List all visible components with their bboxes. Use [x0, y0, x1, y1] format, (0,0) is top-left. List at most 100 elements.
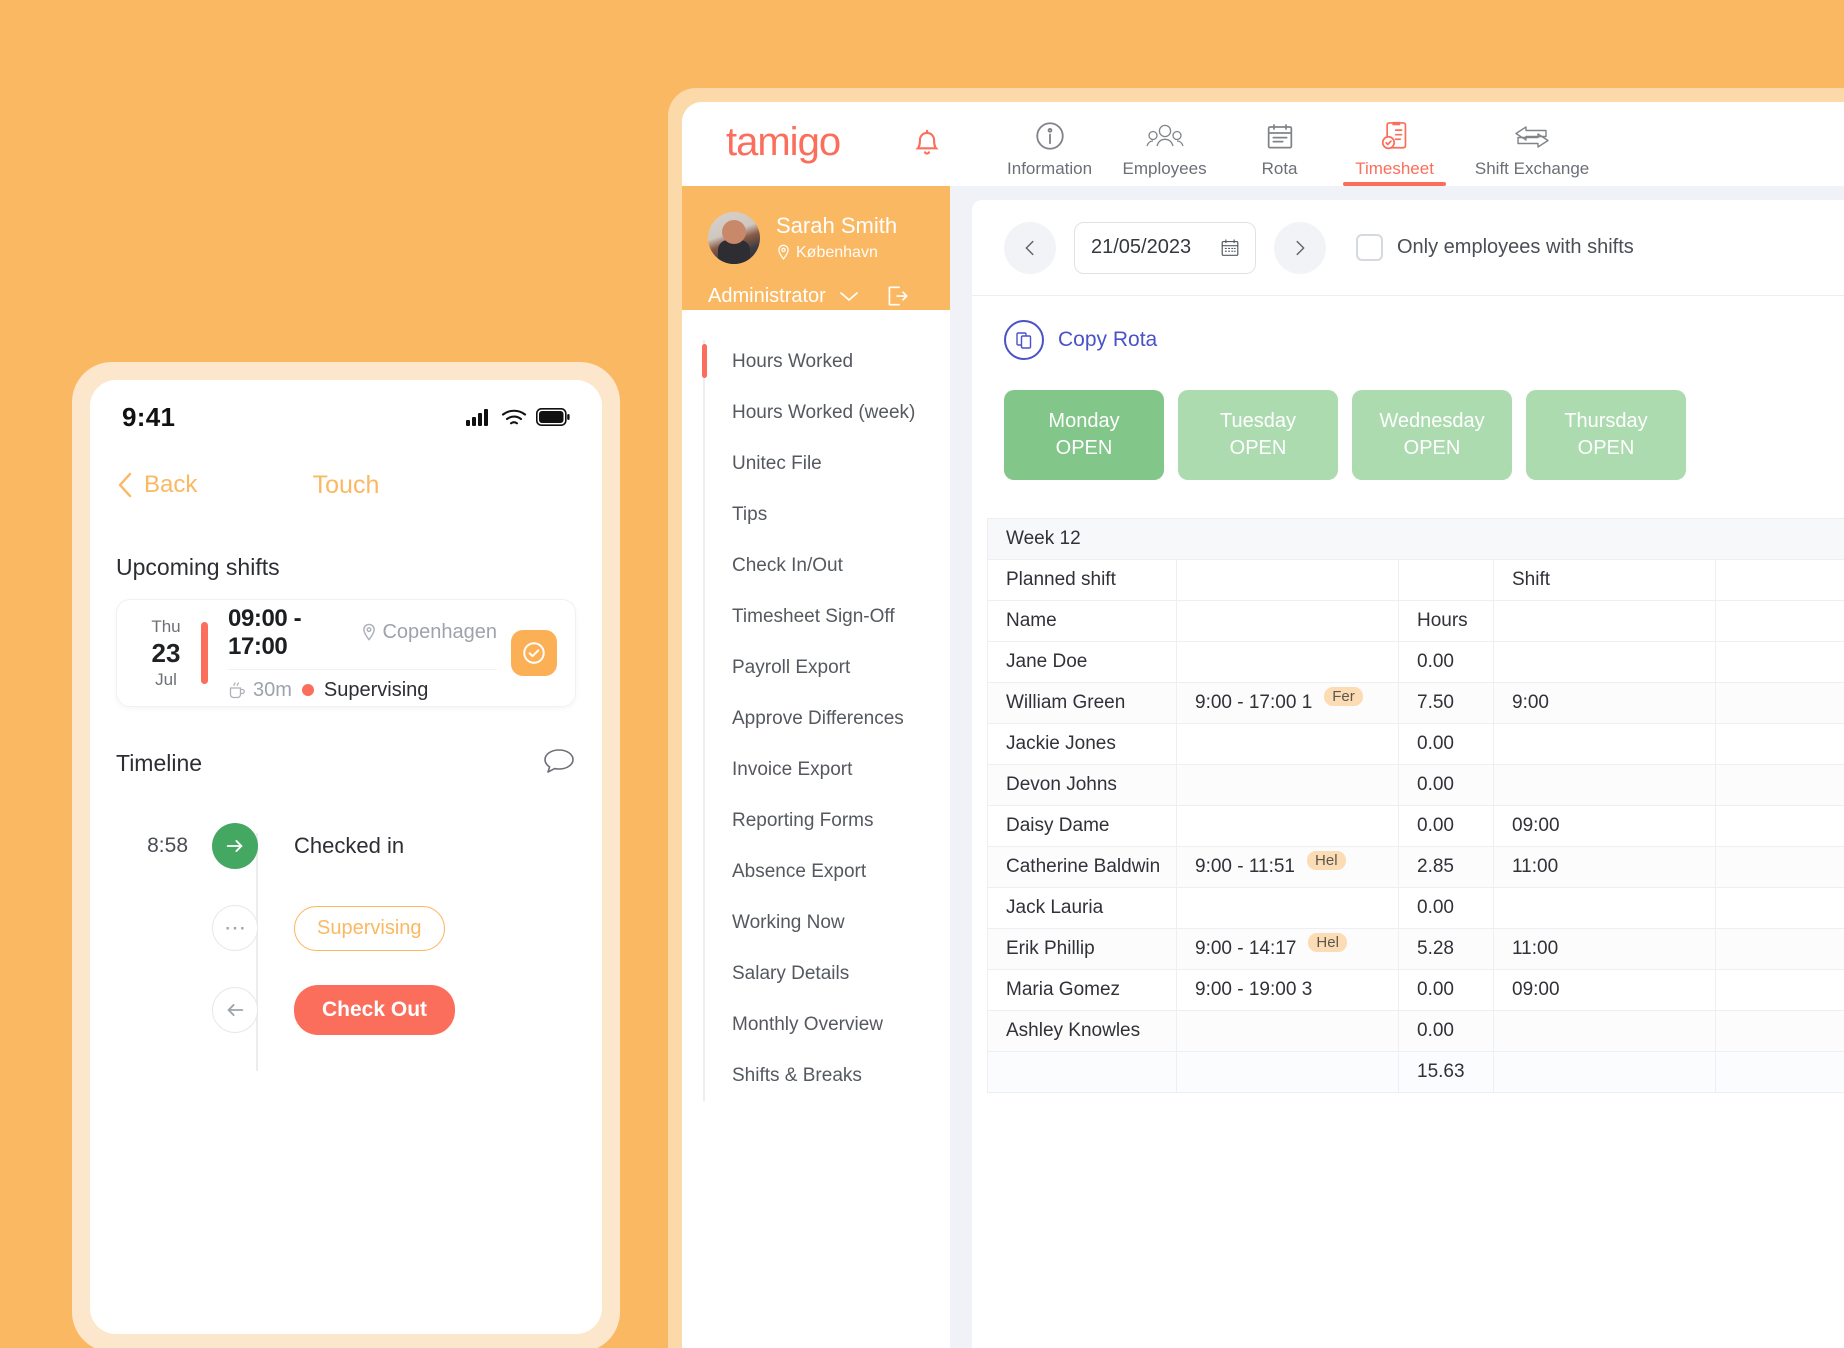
sidebar-item-timesheet-sign-off[interactable]: Timesheet Sign-Off	[682, 591, 950, 642]
table-row[interactable]: Jane Doe 0.00	[987, 641, 1844, 683]
sidebar-item-check-in-out[interactable]: Check In/Out	[682, 540, 950, 591]
logout-icon[interactable]	[884, 283, 910, 309]
column-header-extra	[1715, 600, 1844, 642]
sidebar-item-label: Working Now	[732, 911, 845, 933]
shift-time: 09:00 - 17:00	[228, 604, 302, 660]
sidebar-item-reporting-forms[interactable]: Reporting Forms	[682, 795, 950, 846]
sidebar-item-unitec-file[interactable]: Unitec File	[682, 438, 950, 489]
timeline: 8:58 Checked in ⋯ Supervising Check Out	[116, 805, 576, 1071]
table-row[interactable]: Jackie Jones 0.00	[987, 723, 1844, 765]
tab-employees[interactable]: Employees	[1107, 102, 1222, 186]
total-spacer-2	[1493, 1051, 1716, 1093]
profile-name: Sarah Smith	[776, 213, 898, 239]
only-employees-checkbox[interactable]	[1356, 234, 1383, 261]
group-shift: Shift	[1493, 559, 1716, 601]
sidebar-item-absence-export[interactable]: Absence Export	[682, 846, 950, 897]
row-actual-shift[interactable]: 9:00	[1493, 682, 1716, 724]
day-card-wednesday[interactable]: Wednesday OPEN	[1352, 390, 1512, 480]
role-selector[interactable]: Administrator	[708, 283, 950, 309]
table-row[interactable]: Catherine Baldwin 9:00 - 11:51 Hel 2.85 1…	[987, 846, 1844, 888]
shift-break-label: 30m	[253, 678, 292, 701]
avatar[interactable]	[708, 212, 760, 264]
copy-rota-button[interactable]: Copy Rota	[972, 296, 1844, 370]
check-out-button[interactable]: Check Out	[294, 985, 456, 1035]
table-total-row: 15.63	[987, 1051, 1844, 1093]
only-employees-with-shifts-option[interactable]: Only employees with shifts	[1356, 234, 1634, 261]
people-group-icon	[1145, 117, 1185, 153]
row-planned-shift[interactable]	[1176, 805, 1399, 847]
sidebar-item-shifts-breaks[interactable]: Shifts & Breaks	[682, 1050, 950, 1101]
shift-location-label: Copenhagen	[382, 621, 497, 643]
sidebar-item-approve-differences[interactable]: Approve Differences	[682, 693, 950, 744]
shift-date: Thu 23 Jul	[135, 616, 197, 691]
row-hours: 7.50	[1398, 682, 1494, 724]
tab-information[interactable]: Information	[992, 102, 1107, 186]
clock-check-icon[interactable]	[511, 630, 557, 676]
sidebar-item-label: Hours Worked (week)	[732, 401, 916, 423]
row-planned-shift[interactable]	[1176, 887, 1399, 929]
row-actual-shift[interactable]	[1493, 887, 1716, 929]
timeline-role-pill[interactable]: Supervising	[294, 905, 445, 951]
sidebar-item-working-now[interactable]: Working Now	[682, 897, 950, 948]
tamigo-logo[interactable]: tamigo	[726, 120, 841, 165]
sidebar-item-invoice-export[interactable]: Invoice Export	[682, 744, 950, 795]
row-planned-shift[interactable]: 9:00 - 14:17 Hel	[1176, 928, 1399, 970]
previous-date-button[interactable]	[1004, 221, 1056, 274]
sidebar-item-hours-worked-week[interactable]: Hours Worked (week)	[682, 387, 950, 438]
phone-nav-bar: Back Touch	[116, 454, 576, 516]
sidebar-item-monthly-overview[interactable]: Monthly Overview	[682, 999, 950, 1050]
bell-icon[interactable]	[910, 128, 944, 162]
row-planned-shift[interactable]	[1176, 641, 1399, 683]
comment-icon[interactable]	[542, 747, 576, 779]
row-planned-shift[interactable]: 9:00 - 11:51 Hel	[1176, 846, 1399, 888]
day-card-thursday[interactable]: Thursday OPEN	[1526, 390, 1686, 480]
table-row[interactable]: William Green 9:00 - 17:00 1 Fer 7.50 9:0…	[987, 682, 1844, 724]
day-card-tuesday[interactable]: Tuesday OPEN	[1178, 390, 1338, 480]
row-extra	[1715, 682, 1844, 724]
table-row[interactable]: Jack Lauria 0.00	[987, 887, 1844, 929]
sidebar-item-tips[interactable]: Tips	[682, 489, 950, 540]
calendar-icon[interactable]	[1219, 237, 1241, 259]
row-planned-shift[interactable]: 9:00 - 17:00 1 Fer	[1176, 682, 1399, 724]
row-actual-shift[interactable]: 11:00	[1493, 928, 1716, 970]
row-actual-shift[interactable]	[1493, 764, 1716, 806]
row-actual-shift[interactable]	[1493, 1010, 1716, 1052]
status-time: 9:41	[122, 401, 176, 432]
tab-shift-exchange[interactable]: Shift Exchange	[1452, 102, 1612, 186]
table-row[interactable]: Ashley Knowles 0.00	[987, 1010, 1844, 1052]
table-row[interactable]: Devon Johns 0.00	[987, 764, 1844, 806]
row-planned-shift[interactable]	[1176, 1010, 1399, 1052]
row-actual-shift[interactable]	[1493, 723, 1716, 765]
row-actual-shift[interactable]	[1493, 641, 1716, 683]
tab-timesheet[interactable]: Timesheet	[1337, 102, 1452, 186]
table-row[interactable]: Maria Gomez 9:00 - 19:00 3 0.00 09:00	[987, 969, 1844, 1011]
row-name: William Green	[987, 682, 1177, 724]
sidebar: Sarah Smith København Administrator Hour…	[682, 186, 950, 1348]
upcoming-shift-card[interactable]: Thu 23 Jul 09:00 - 17:00 Copenhagen 30m …	[116, 599, 576, 707]
tab-label: Timesheet	[1355, 159, 1434, 178]
column-header-name: Name	[987, 600, 1177, 642]
chevron-down-icon[interactable]	[838, 289, 860, 303]
day-card-monday[interactable]: Monday OPEN	[1004, 390, 1164, 480]
map-pin-icon	[776, 244, 791, 261]
table-row[interactable]: Daisy Dame 0.00 09:00	[987, 805, 1844, 847]
row-actual-shift[interactable]: 09:00	[1493, 969, 1716, 1011]
next-date-button[interactable]	[1274, 221, 1326, 274]
tab-rota[interactable]: Rota	[1222, 102, 1337, 186]
wifi-icon	[501, 408, 527, 427]
sidebar-item-payroll-export[interactable]: Payroll Export	[682, 642, 950, 693]
row-actual-shift[interactable]: 11:00	[1493, 846, 1716, 888]
coffee-cup-icon	[228, 681, 246, 700]
sidebar-item-salary-details[interactable]: Salary Details	[682, 948, 950, 999]
date-input[interactable]: 21/05/2023	[1074, 221, 1256, 274]
sidebar-item-label: Unitec File	[732, 452, 822, 474]
row-planned-shift[interactable]	[1176, 764, 1399, 806]
row-actual-shift[interactable]: 09:00	[1493, 805, 1716, 847]
sidebar-item-hours-worked[interactable]: Hours Worked	[682, 336, 950, 387]
row-planned-shift-time: 9:00 - 17:00 1	[1195, 692, 1313, 713]
row-hours: 5.28	[1398, 928, 1494, 970]
row-planned-shift[interactable]: 9:00 - 19:00 3	[1176, 969, 1399, 1011]
column-header-actual	[1493, 600, 1716, 642]
table-row[interactable]: Erik Phillip 9:00 - 14:17 Hel 5.28 11:00	[987, 928, 1844, 970]
row-planned-shift[interactable]	[1176, 723, 1399, 765]
